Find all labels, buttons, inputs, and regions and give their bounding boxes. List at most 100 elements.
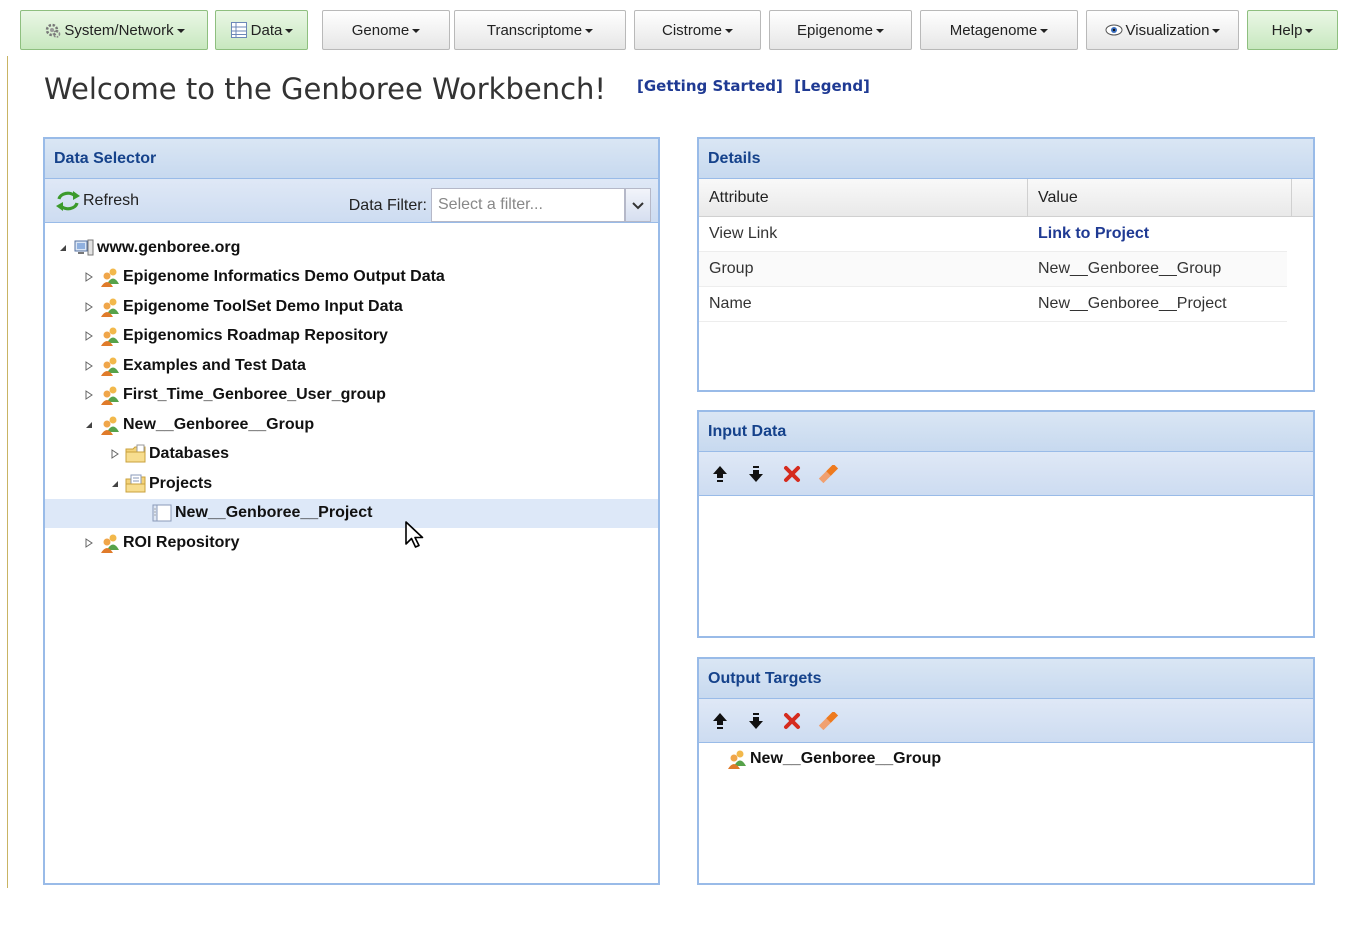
server-icon [73,238,95,258]
output-targets-toolbar [699,699,1313,743]
genome-label: Genome [351,21,410,39]
collapsed-arrow-icon[interactable] [83,301,95,313]
input-data-toolbar [699,452,1313,496]
data-selector-panel: Data Selector Refresh Data Filter: Selec… [43,137,660,885]
tree-node-root[interactable]: www.genboree.org [45,233,658,263]
page-title: Welcome to the Genboree Workbench! [44,72,607,106]
metagenome-label: Metagenome [949,21,1038,39]
tree-node-group[interactable]: Epigenome ToolSet Demo Input Data [45,292,658,322]
tree-node-group[interactable]: Epigenomics Roadmap Repository [45,322,658,352]
move-down-icon[interactable] [745,710,767,732]
metagenome-menu-button[interactable]: Metagenome [920,10,1078,50]
chevron-down-icon [1212,29,1221,33]
tree-node-label: Epigenomics Roadmap Repository [123,327,388,345]
expanded-arrow-icon[interactable] [83,419,95,431]
tree-node-group[interactable]: Examples and Test Data [45,351,658,381]
mouse-cursor-icon [404,520,428,553]
collapsed-arrow-icon[interactable] [83,389,95,401]
view-link[interactable]: Link to Project [1028,217,1287,251]
value-cell: New__Genboree__Group [1038,260,1222,277]
collapsed-arrow-icon[interactable] [83,360,95,372]
tree-node-project[interactable]: New__Genboree__Project [45,498,658,528]
data-tree: www.genboree.org Epigenome Informatics D… [45,233,658,558]
refresh-button[interactable]: Refresh [55,189,139,213]
eye-icon [1105,21,1123,39]
folder-icon [125,474,147,494]
value-cell: New__Genboree__Project [1038,295,1227,312]
group-users-icon [99,415,121,435]
value-column-header[interactable]: Value [1028,179,1292,216]
details-row: Group New__Genboree__Group [699,252,1287,287]
tree-node-group[interactable]: ROI Repository [45,528,658,558]
help-menu-button[interactable]: Help [1247,10,1338,50]
tree-node-label: Databases [149,445,230,463]
visualization-menu-button[interactable]: Visualization [1086,10,1239,50]
getting-started-link[interactable]: [Getting Started] [637,77,783,95]
group-users-icon [726,749,748,769]
expanded-arrow-icon[interactable] [57,242,69,254]
move-up-icon[interactable] [709,463,731,485]
chevron-down-icon [1040,29,1049,33]
chevron-down-icon [1305,29,1314,33]
tree-node-label: First_Time_Genboree_User_group [123,386,386,404]
data-menu-button[interactable]: Data [215,10,308,50]
expanded-arrow-icon[interactable] [109,478,121,490]
data-selector-header: Data Selector [45,139,658,179]
chevron-down-icon [725,29,733,33]
system-network-menu-button[interactable]: System/Network [20,10,208,50]
data-selector-title: Data Selector [54,149,157,167]
input-data-header: Input Data [699,412,1313,452]
details-panel: Details Attribute Value View Link Link t… [697,137,1315,392]
visualization-label: Visualization [1125,21,1210,39]
details-title: Details [708,149,761,167]
tree-node-label: New__Genboree__Project [175,504,373,522]
group-users-icon [99,326,121,347]
group-users-icon [99,297,121,317]
tree-node-label: Projects [149,474,213,492]
data-filter-dropdown-button[interactable] [625,188,651,222]
tree-node-label: www.genboree.org [97,238,241,256]
remove-icon[interactable] [781,463,803,485]
tree-node-label: Epigenome ToolSet Demo Input Data [123,297,403,315]
project-page-icon [151,503,173,523]
tree-node-projects[interactable]: Projects [45,469,658,499]
legend-link[interactable]: [Legend] [794,77,870,95]
attribute-cell: Group [709,260,754,277]
chevron-down-icon [632,198,644,213]
transcriptome-label: Transcriptome [486,21,583,39]
tree-node-label: ROI Repository [123,533,240,551]
collapsed-arrow-icon[interactable] [83,271,95,283]
details-row: Name New__Genboree__Project [699,287,1287,322]
input-data-panel: Input Data [697,410,1315,638]
move-down-icon[interactable] [745,463,767,485]
main-toolbar: System/Network Data Genome Transcriptome… [0,0,1348,56]
chevron-down-icon [875,29,884,33]
tree-node-group[interactable]: Epigenome Informatics Demo Output Data [45,263,658,293]
value-column-label: Value [1038,188,1078,206]
epigenome-menu-button[interactable]: Epigenome [769,10,912,50]
output-target-item[interactable]: New__Genboree__Group [699,744,1313,774]
data-filter-input[interactable]: Select a filter... [431,188,625,222]
tree-node-label: Epigenome Informatics Demo Output Data [123,268,445,286]
cistrome-menu-button[interactable]: Cistrome [634,10,761,50]
collapsed-arrow-icon[interactable] [83,330,95,342]
move-up-icon[interactable] [709,710,731,732]
tree-node-group[interactable]: New__Genboree__Group [45,410,658,440]
eraser-icon[interactable] [817,463,839,485]
system-network-label: System/Network [64,21,174,39]
eraser-icon[interactable] [817,710,839,732]
folder-icon [125,444,147,464]
attribute-column-label: Attribute [709,188,769,206]
tree-node-group[interactable]: First_Time_Genboree_User_group [45,381,658,411]
attribute-cell: Name [709,295,752,312]
genome-menu-button[interactable]: Genome [322,10,450,50]
transcriptome-menu-button[interactable]: Transcriptome [454,10,626,50]
table-icon [230,21,248,39]
tree-node-databases[interactable]: Databases [45,440,658,470]
data-label: Data [250,21,283,39]
attribute-column-header[interactable]: Attribute [699,179,1028,216]
collapsed-arrow-icon[interactable] [83,537,95,549]
collapsed-arrow-icon[interactable] [109,448,121,460]
remove-icon[interactable] [781,710,803,732]
output-targets-panel: Output Targets New__Genboree__Group [697,657,1315,885]
